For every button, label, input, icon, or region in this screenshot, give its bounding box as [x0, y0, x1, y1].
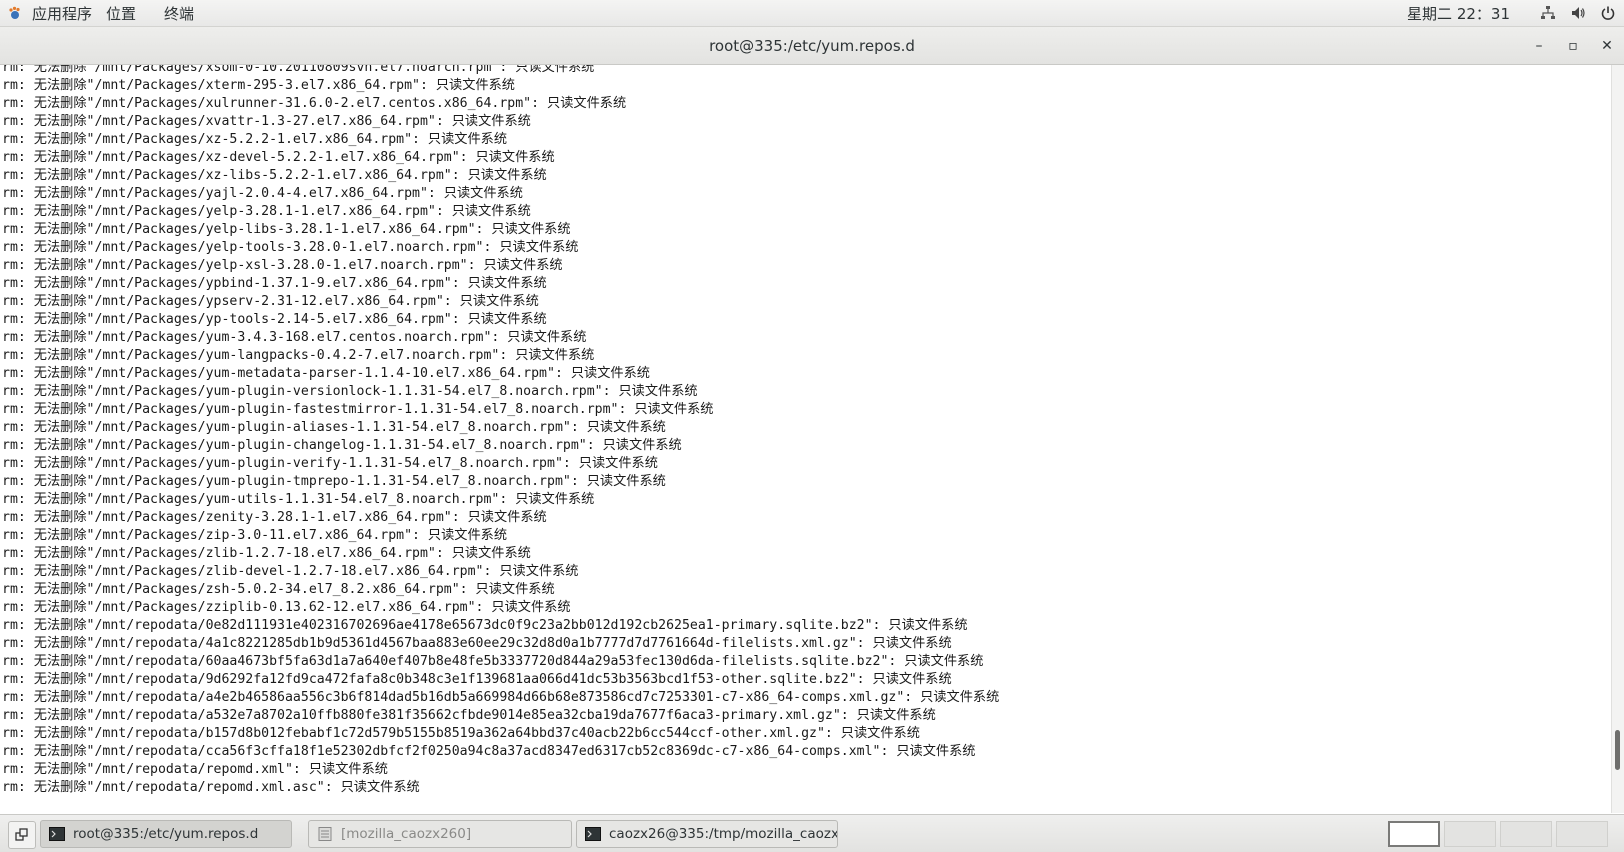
terminal-line: rm: 无法删除"/mnt/Packages/xsom-0-10.2011080…	[2, 65, 595, 75]
terminal-line: rm: 无法删除"/mnt/Packages/xz-devel-5.2.2-1.…	[2, 150, 555, 165]
terminal-icon	[585, 827, 601, 841]
taskbar-item-terminal-root[interactable]: root@335:/etc/yum.repos.d	[40, 820, 292, 848]
terminal-line: rm: 无法删除"/mnt/Packages/yum-utils-1.1.31-…	[2, 492, 595, 507]
maximize-button[interactable]: ▫	[1566, 38, 1580, 54]
terminal-line: rm: 无法删除"/mnt/Packages/yelp-xsl-3.28.0-1…	[2, 258, 563, 273]
terminal-menu[interactable]: 终端	[150, 3, 208, 24]
terminal-line: rm: 无法删除"/mnt/Packages/yp-tools-2.14-5.e…	[2, 312, 547, 327]
terminal-line: rm: 无法删除"/mnt/repodata/a532e7a8702a10ffb…	[2, 708, 936, 723]
terminal-line: rm: 无法删除"/mnt/repodata/cca56f3cffa18f1e5…	[2, 744, 976, 759]
gnome-foot-icon	[8, 6, 22, 20]
clock[interactable]: 星期二 22：31	[1407, 3, 1510, 24]
terminal-line: rm: 无法删除"/mnt/Packages/xterm-295-3.el7.x…	[2, 78, 515, 93]
terminal-output[interactable]: rm: 无法删除"/mnt/Packages/xsom-0-10.2011080…	[0, 65, 1612, 813]
terminal-line: rm: 无法删除"/mnt/Packages/zlib-devel-1.2.7-…	[2, 564, 579, 579]
terminal-line: rm: 无法删除"/mnt/Packages/zsh-5.0.2-34.el7_…	[2, 582, 555, 597]
window-controls: – ▫ ✕	[1532, 27, 1614, 64]
minimize-button[interactable]: –	[1532, 38, 1546, 54]
terminal-line: rm: 无法删除"/mnt/Packages/zziplib-0.13.62-1…	[2, 600, 571, 615]
terminal-line: rm: 无法删除"/mnt/Packages/yum-plugin-change…	[2, 438, 682, 453]
terminal-line: rm: 无法删除"/mnt/Packages/yum-3.4.3-168.el7…	[2, 330, 587, 345]
top-panel: 应用程序 位置 终端 星期二 22：31	[0, 0, 1624, 27]
terminal-line: rm: 无法删除"/mnt/Packages/yum-plugin-versio…	[2, 384, 698, 399]
applications-menu-label: 应用程序	[32, 4, 93, 23]
terminal-icon	[49, 827, 65, 841]
terminal-line: rm: 无法删除"/mnt/repodata/9d6292fa12fd9ca47…	[2, 672, 952, 687]
terminal-line: rm: 无法删除"/mnt/Packages/yelp-3.28.1-1.el7…	[2, 204, 531, 219]
terminal-line: rm: 无法删除"/mnt/repodata/repomd.xml.asc": …	[2, 780, 420, 795]
bottom-taskbar: root@335:/etc/yum.repos.d [mozilla_caozx…	[0, 814, 1624, 852]
terminal-line: rm: 无法删除"/mnt/Packages/zlib-1.2.7-18.el7…	[2, 546, 531, 561]
volume-icon[interactable]	[1570, 5, 1586, 21]
workspace-4[interactable]	[1556, 821, 1608, 847]
terminal-line: rm: 无法删除"/mnt/Packages/yum-plugin-verify…	[2, 456, 658, 471]
terminal-line: rm: 无法删除"/mnt/Packages/xz-5.2.2-1.el7.x8…	[2, 132, 508, 147]
terminal-line: rm: 无法删除"/mnt/Packages/yelp-libs-3.28.1-…	[2, 222, 571, 237]
network-icon[interactable]	[1540, 5, 1556, 21]
workspace-2[interactable]	[1444, 821, 1496, 847]
terminal-line: rm: 无法删除"/mnt/Packages/ypserv-2.31-12.el…	[2, 294, 539, 309]
file-manager-icon	[317, 827, 333, 841]
window-titlebar[interactable]: root@335:/etc/yum.repos.d – ▫ ✕	[0, 27, 1624, 65]
terminal-line: rm: 无法删除"/mnt/Packages/yajl-2.0.4-4.el7.…	[2, 186, 523, 201]
terminal-line: rm: 无法删除"/mnt/Packages/zenity-3.28.1-1.e…	[2, 510, 547, 525]
places-menu[interactable]: 位置	[92, 3, 150, 24]
close-button[interactable]: ✕	[1600, 38, 1614, 54]
taskbar-item-terminal-caozx[interactable]: caozx26@335:/tmp/mozilla_caozx···	[576, 820, 838, 848]
taskbar-item-label: [mozilla_caozx260]	[341, 826, 472, 842]
terminal-line: rm: 无法删除"/mnt/Packages/yum-plugin-tmprep…	[2, 474, 666, 489]
terminal-line: rm: 无法删除"/mnt/repodata/0e82d111931e40231…	[2, 618, 968, 633]
terminal-scrollbar[interactable]	[1611, 65, 1624, 813]
terminal-line: rm: 无法删除"/mnt/repodata/a4e2b46586aa556c3…	[2, 690, 1000, 705]
terminal-line: rm: 无法删除"/mnt/Packages/yum-langpacks-0.4…	[2, 348, 595, 363]
workspace-1[interactable]	[1388, 821, 1440, 847]
terminal-line: rm: 无法删除"/mnt/repodata/60aa4673bf5fa63d1…	[2, 654, 984, 669]
show-desktop-icon	[15, 828, 28, 841]
show-desktop-button[interactable]	[8, 821, 36, 849]
window-title: root@335:/etc/yum.repos.d	[709, 36, 915, 55]
terminal-line: rm: 无法删除"/mnt/Packages/xvattr-1.3-27.el7…	[2, 114, 531, 129]
system-tray: 星期二 22：31	[1407, 0, 1616, 26]
terminal-line: rm: 无法删除"/mnt/repodata/4a1c8221285db1b9d…	[2, 636, 952, 651]
terminal-line: rm: 无法删除"/mnt/Packages/xz-libs-5.2.2-1.e…	[2, 168, 547, 183]
terminal-line: rm: 无法删除"/mnt/Packages/zip-3.0-11.el7.x8…	[2, 528, 508, 543]
terminal-text: rm: 无法删除"/mnt/Packages/xsom-0-10.2011080…	[2, 65, 999, 797]
taskbar-item-file-manager[interactable]: [mozilla_caozx260]	[308, 820, 572, 848]
terminal-line: rm: 无法删除"/mnt/Packages/xulrunner-31.6.0-…	[2, 96, 627, 111]
scrollbar-thumb[interactable]	[1615, 730, 1620, 770]
terminal-line: rm: 无法删除"/mnt/Packages/yum-metadata-pars…	[2, 366, 650, 381]
power-icon[interactable]	[1600, 5, 1616, 21]
terminal-line: rm: 无法删除"/mnt/repodata/b157d8b012febabf1…	[2, 726, 920, 741]
terminal-line: rm: 无法删除"/mnt/Packages/ypbind-1.37.1-9.e…	[2, 276, 547, 291]
taskbar-item-label: root@335:/etc/yum.repos.d	[73, 826, 259, 842]
terminal-line: rm: 无法删除"/mnt/Packages/yum-plugin-aliase…	[2, 420, 666, 435]
terminal-line: rm: 无法删除"/mnt/Packages/yelp-tools-3.28.0…	[2, 240, 579, 255]
taskbar-item-label: caozx26@335:/tmp/mozilla_caozx···	[609, 826, 838, 842]
terminal-line: rm: 无法删除"/mnt/repodata/repomd.xml": 只读文件…	[2, 762, 388, 777]
terminal-line: rm: 无法删除"/mnt/Packages/yum-plugin-fastes…	[2, 402, 714, 417]
workspace-3[interactable]	[1500, 821, 1552, 847]
applications-menu[interactable]: 应用程序	[0, 3, 92, 24]
desktop: 应用程序 位置 终端 星期二 22：31 root@335:/etc/yum.r…	[0, 0, 1624, 852]
